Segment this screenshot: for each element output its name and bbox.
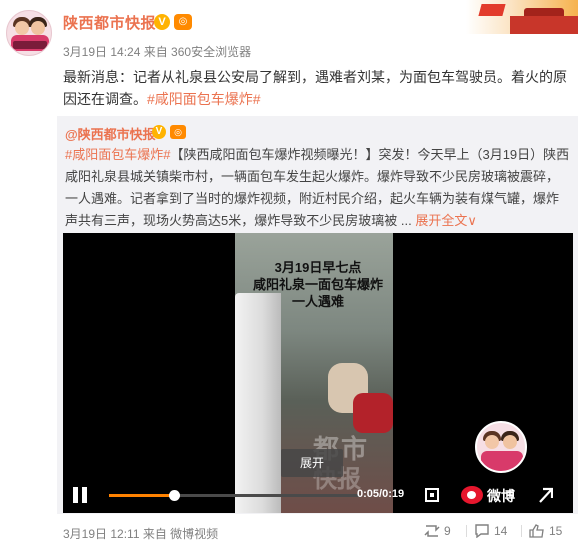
- thumbs-up-icon: [529, 524, 544, 538]
- repost-author[interactable]: @陕西都市快报: [65, 124, 156, 143]
- repost-hashtag-link[interactable]: #咸阳面包车爆炸#: [65, 147, 170, 162]
- post-footer: 3月19日 12:11 来自 微博视频 9 14 15: [0, 516, 578, 547]
- comment-action[interactable]: 14: [474, 522, 507, 540]
- repost-vip-icon: ◎: [170, 125, 186, 139]
- full-text-link[interactable]: 展开全文: [415, 213, 467, 228]
- post-header: 陕西都市快报 V ◎ 3月19日 14:24 来自 360安全浏览器: [0, 0, 578, 66]
- weibo-logo-icon: [461, 486, 483, 504]
- video-channel-logo: [475, 421, 527, 473]
- repost-meta: 3月19日 12:11 来自 微博视频: [63, 527, 219, 541]
- video-title-line-2: 咸阳礼泉一面包车爆炸: [252, 277, 383, 292]
- weibo-brand: 微博: [487, 488, 515, 504]
- pause-bar-right: [82, 487, 87, 503]
- chevron-down-icon[interactable]: ∨: [467, 213, 477, 228]
- expand-button[interactable]: 展开: [281, 449, 343, 477]
- logo-face-right: [503, 435, 517, 449]
- repost-icon: [424, 525, 440, 537]
- header-banner-image: [466, 0, 578, 34]
- footer-divider-1: [466, 525, 467, 537]
- author-avatar[interactable]: [6, 10, 52, 56]
- video-time: 0:05/0:19: [357, 488, 405, 500]
- logo-face-left: [485, 435, 499, 449]
- post-text: 最新消息：记者从礼泉县公安局了解到，遇难者刘某，为面包车驾驶员。着火的原因还在调…: [63, 66, 568, 110]
- repost-box: @陕西都市快报 V ◎ #咸阳面包车爆炸#【陕西咸阳面包车爆炸视频曝光！】突发！…: [57, 116, 578, 514]
- video-title-line-1: 3月19日早七点: [274, 260, 362, 275]
- progress-handle[interactable]: [169, 490, 180, 501]
- progress-fill: [109, 494, 174, 497]
- like-action[interactable]: 15: [529, 522, 562, 540]
- video-overlay-title: 3月19日早七点 咸阳礼泉一面包车爆炸 一人遇难: [233, 259, 403, 310]
- repost-verified-icon: V: [152, 125, 166, 139]
- pause-icon[interactable]: [73, 487, 89, 503]
- like-count: 15: [549, 524, 563, 538]
- post-meta: 3月19日 14:24 来自 360安全浏览器: [63, 45, 252, 59]
- avatar-face-left: [15, 21, 29, 35]
- avatar-face-right: [31, 21, 45, 35]
- post-text-body: 最新消息：记者从礼泉县公安局了解到，遇难者刘某，为面包车驾驶员。着火的原因还在调…: [63, 69, 567, 107]
- banner-flag: [478, 4, 506, 16]
- share-arrow-icon[interactable]: [539, 487, 553, 503]
- comment-icon: [475, 524, 489, 538]
- fullscreen-icon[interactable]: [425, 488, 439, 502]
- comment-count: 14: [494, 524, 508, 538]
- avatar-label: [13, 41, 47, 49]
- video-title-line-3: 一人遇难: [291, 294, 344, 309]
- repost-action[interactable]: 9: [424, 522, 451, 540]
- progress-bar[interactable]: [109, 490, 359, 501]
- pause-bar-left: [73, 487, 78, 503]
- vip-icon: ◎: [174, 14, 192, 30]
- logo-body: [481, 451, 523, 471]
- video-red-figure: [353, 393, 393, 433]
- verified-icon: V: [154, 14, 170, 30]
- repost-text: #咸阳面包车爆炸#【陕西咸阳面包车爆炸视频曝光！】突发！今天早上（3月19日）陕…: [65, 144, 570, 232]
- video-player[interactable]: 3月19日早七点 咸阳礼泉一面包车爆炸 一人遇难 都市 快报 展开 0:05/0…: [63, 233, 573, 513]
- author-name[interactable]: 陕西都市快报: [63, 12, 156, 33]
- repost-count: 9: [444, 524, 451, 538]
- video-controls: 0:05/0:19 微博: [63, 477, 573, 513]
- post-hashtag-link[interactable]: #咸阳面包车爆炸#: [147, 91, 261, 107]
- banner-wall: [510, 16, 578, 34]
- footer-divider-2: [521, 525, 522, 537]
